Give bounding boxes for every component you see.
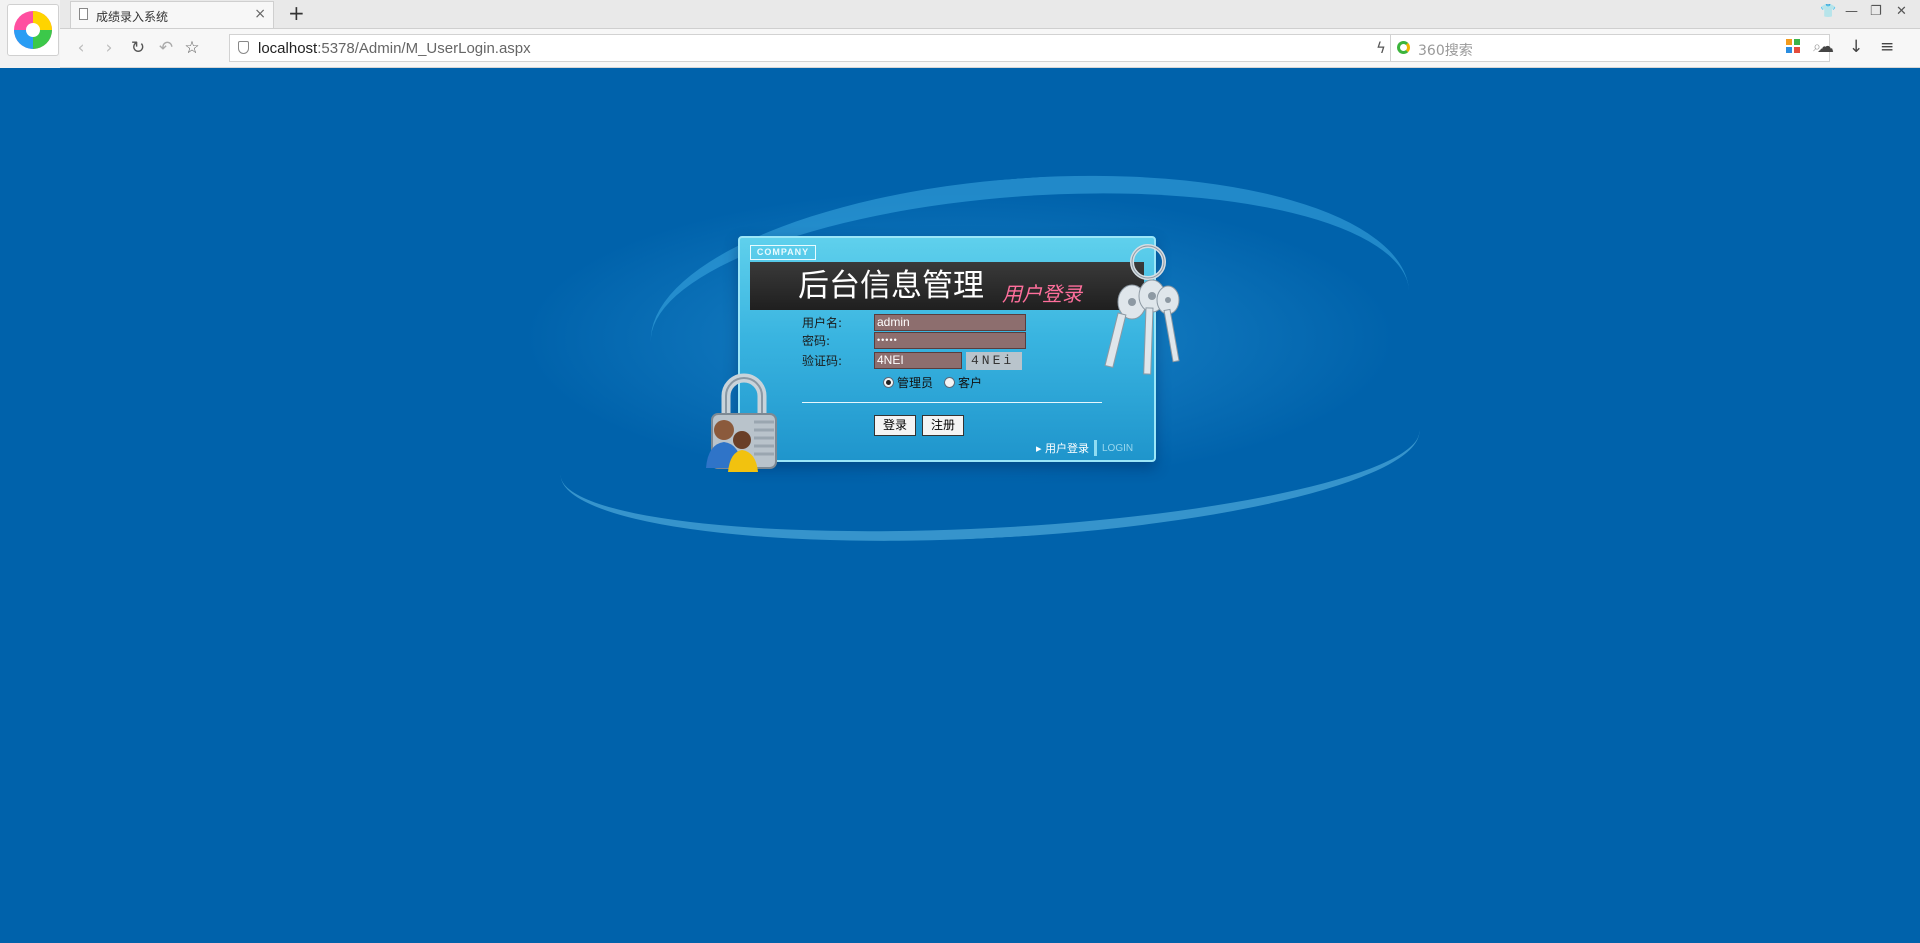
url-path: :5378/Admin/M_UserLogin.aspx — [317, 40, 531, 57]
lightning-icon[interactable]: ϟ — [1376, 39, 1386, 57]
password-label: 密码: — [802, 334, 831, 348]
reload-icon[interactable]: ↻ — [127, 37, 149, 59]
captcha-input[interactable]: 4NEI — [874, 352, 962, 369]
download-icon[interactable]: ↓ — [1849, 35, 1863, 59]
back-icon[interactable]: ‹ — [70, 37, 92, 59]
address-bar[interactable]: localhost:5378/Admin/M_UserLogin.aspx ϟ … — [229, 34, 1439, 62]
username-input[interactable]: admin — [874, 314, 1026, 331]
register-button[interactable]: 注册 — [922, 415, 964, 436]
search-box[interactable]: 360搜索 ⌕ — [1390, 34, 1830, 62]
browser-chrome: 成绩录入系统 × + 👕 — ❐ ✕ ‹ › ↻ ↶ ☆ localhost:5… — [0, 0, 1920, 68]
minimize-button[interactable]: — — [1845, 3, 1858, 21]
url-host: localhost — [258, 40, 318, 57]
shirt-skin-icon[interactable]: 👕 — [1820, 3, 1836, 21]
new-tab-button[interactable]: + — [288, 2, 305, 24]
shield-icon — [238, 41, 249, 54]
footer-login-text: LOGIN — [1102, 443, 1134, 454]
tab-active[interactable]: 成绩录入系统 × — [70, 1, 274, 28]
role-customer-label: 客户 — [958, 376, 983, 390]
apps-grid-icon[interactable] — [1786, 35, 1800, 60]
captcha-image[interactable]: 4NEi — [966, 352, 1022, 370]
role-customer-radio[interactable] — [944, 377, 955, 388]
search-engine-icon — [1397, 41, 1410, 54]
user-login-link[interactable]: ▸ 用户登录 — [1036, 442, 1089, 456]
footer-separator — [1094, 440, 1097, 456]
bookmark-star-icon[interactable]: ☆ — [181, 37, 203, 59]
search-placeholder: 360搜索 — [1418, 43, 1473, 59]
undo-icon[interactable]: ↶ — [155, 37, 177, 59]
page-subtitle: 用户登录 — [1002, 282, 1082, 306]
tab-strip: 成绩录入系统 × + 👕 — ❐ ✕ — [60, 0, 1920, 29]
page-title: 后台信息管理 — [798, 268, 984, 304]
forward-icon[interactable]: › — [98, 37, 120, 59]
password-input[interactable]: ••••• — [874, 332, 1026, 349]
padlock-users-icon — [696, 368, 788, 488]
role-admin-radio[interactable] — [883, 377, 894, 388]
browser-toolbar: ‹ › ↻ ↶ ☆ localhost:5378/Admin/M_UserLog… — [60, 29, 1920, 68]
page-icon — [79, 8, 88, 20]
login-page: COMPANY 后台信息管理 用户登录 用户名: admin 密码: •••••… — [0, 68, 1920, 943]
login-panel: COMPANY 后台信息管理 用户登录 用户名: admin 密码: •••••… — [738, 236, 1156, 462]
company-badge: COMPANY — [750, 245, 816, 260]
tab-title: 成绩录入系统 — [96, 10, 169, 24]
close-window-button[interactable]: ✕ — [1896, 3, 1907, 21]
url-text[interactable]: localhost:5378/Admin/M_UserLogin.aspx — [258, 40, 531, 57]
divider — [802, 402, 1102, 403]
captcha-label: 验证码: — [802, 354, 843, 368]
restore-button[interactable]: ❐ — [1870, 3, 1882, 21]
title-bar: 后台信息管理 用户登录 — [750, 262, 1144, 310]
menu-icon[interactable]: ≡ — [1880, 35, 1894, 59]
cloud-icon[interactable]: ☁ — [1817, 35, 1834, 59]
login-button[interactable]: 登录 — [874, 415, 916, 436]
browser-logo-icon[interactable] — [7, 4, 59, 56]
role-admin-label: 管理员 — [897, 376, 934, 390]
username-label: 用户名: — [802, 316, 843, 330]
keys-icon — [1102, 240, 1192, 430]
close-tab-icon[interactable]: × — [254, 6, 266, 22]
